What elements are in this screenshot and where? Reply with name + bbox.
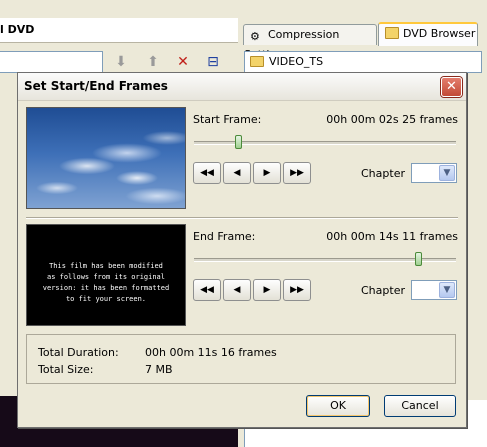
end-frame-value: 00h 00m 14s 11 frames — [326, 230, 458, 243]
folder-icon — [385, 27, 399, 39]
prev-frame-button[interactable]: ◀ — [223, 279, 251, 301]
tab-compression-settings[interactable]: ⚙Compression Settings — [243, 24, 377, 61]
start-slider-thumb[interactable] — [235, 135, 242, 149]
end-chapter-label: Chapter — [361, 284, 405, 297]
end-frame-slider[interactable] — [194, 252, 456, 266]
chevron-down-icon[interactable]: ▼ — [439, 165, 455, 181]
set-frames-dialog: Set Start/End Frames ✕ Start Frame: 00h … — [17, 72, 467, 428]
arrow-down-icon[interactable]: ⬇ — [110, 52, 132, 72]
start-frame-slider[interactable] — [194, 135, 456, 149]
preview-line: This film has been modified — [49, 262, 163, 270]
left-title-bar: l DVD — [0, 18, 238, 43]
total-duration-value: 00h 00m 11s 16 frames — [145, 346, 277, 359]
left-title: l DVD — [0, 23, 35, 36]
end-frame-thumbnail: This film has been modified as follows f… — [26, 224, 186, 326]
end-slider-thumb[interactable] — [415, 252, 422, 266]
end-transport: ◀◀ ◀ ▶ ▶▶ — [193, 279, 314, 303]
total-size-value: 7 MB — [145, 363, 173, 376]
summary-box: Total Duration: 00h 00m 11s 16 frames To… — [26, 334, 456, 384]
preview-line: to fit your screen. — [65, 295, 147, 303]
prev-frame-button[interactable]: ◀ — [223, 162, 251, 184]
rewind-button[interactable]: ◀◀ — [193, 162, 221, 184]
ok-button[interactable]: OK — [306, 395, 370, 417]
total-size-label: Total Size: — [38, 363, 94, 376]
end-chapter-select[interactable]: ▼ — [411, 280, 457, 300]
folder-path: VIDEO_TS — [269, 55, 324, 68]
forward-button[interactable]: ▶▶ — [283, 162, 311, 184]
dialog-title: Set Start/End Frames — [24, 79, 168, 93]
preview-line: as follows from its original — [46, 273, 165, 281]
close-button[interactable]: ✕ — [441, 77, 462, 97]
folder-path-box[interactable]: VIDEO_TS — [244, 51, 482, 73]
chevron-down-icon[interactable]: ▼ — [439, 282, 455, 298]
dialog-title-bar[interactable]: Set Start/End Frames ✕ — [18, 73, 466, 101]
path-field[interactable] — [0, 51, 103, 73]
delete-x-icon[interactable]: ✕ — [172, 52, 194, 72]
next-frame-button[interactable]: ▶ — [253, 162, 281, 184]
tab-label: DVD Browser — [403, 27, 476, 40]
start-transport: ◀◀ ◀ ▶ ▶▶ — [193, 162, 314, 186]
forward-button[interactable]: ▶▶ — [283, 279, 311, 301]
toolbar: ⬇ ⬆ ✕ ⊟ — [110, 52, 232, 72]
total-duration-label: Total Duration: — [38, 346, 119, 359]
wrench-icon: ⚙ — [250, 30, 260, 43]
section-divider — [26, 217, 458, 219]
tab-dvd-browser[interactable]: DVD Browser — [378, 22, 478, 46]
rewind-button[interactable]: ◀◀ — [193, 279, 221, 301]
start-frame-label: Start Frame: — [193, 113, 262, 126]
start-frame-thumbnail — [26, 107, 186, 209]
arrow-up-icon[interactable]: ⬆ — [142, 52, 164, 72]
folder-icon — [250, 56, 264, 67]
fit-icon[interactable]: ⊟ — [202, 52, 224, 72]
end-frame-label: End Frame: — [193, 230, 256, 243]
start-frame-value: 00h 00m 02s 25 frames — [326, 113, 458, 126]
next-frame-button[interactable]: ▶ — [253, 279, 281, 301]
preview-line: version: it has been formatted — [42, 284, 170, 292]
end-preview-text: This film has been modified as follows f… — [27, 261, 185, 305]
start-chapter-label: Chapter — [361, 167, 405, 180]
cancel-button[interactable]: Cancel — [384, 395, 456, 417]
start-chapter-select[interactable]: ▼ — [411, 163, 457, 183]
